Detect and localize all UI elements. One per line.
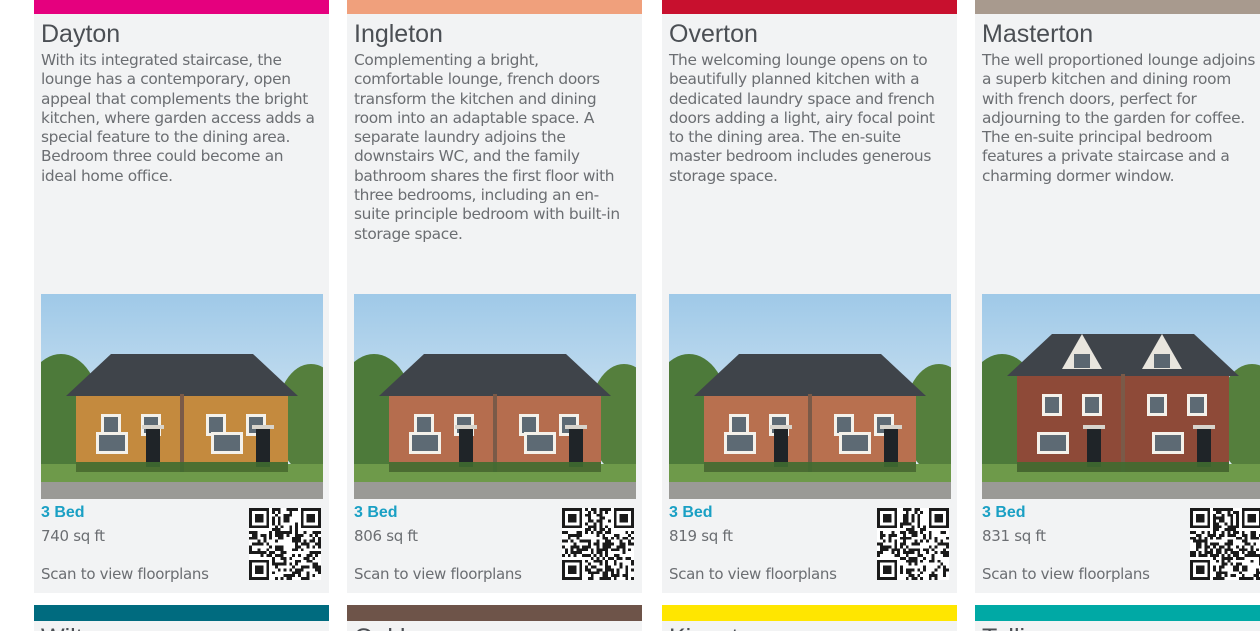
accent-bar bbox=[975, 0, 1260, 14]
scan-instruction: Scan to view floorplans bbox=[669, 565, 837, 583]
house-description: The well proportioned lounge adjoins a s… bbox=[982, 51, 1255, 185]
floor-area: 806 sq ft bbox=[354, 527, 418, 545]
house-card-ingleton: Ingleton Complementing a bright, comforta… bbox=[347, 0, 642, 593]
house-photo bbox=[982, 294, 1260, 499]
accent-bar bbox=[347, 0, 642, 14]
house-photo bbox=[41, 294, 323, 499]
next-row-accent-bar bbox=[34, 605, 329, 621]
house-description: With its integrated staircase, the loung… bbox=[41, 51, 315, 185]
house-photo bbox=[354, 294, 636, 499]
scan-instruction: Scan to view floorplans bbox=[982, 565, 1150, 583]
accent-bar bbox=[662, 0, 957, 14]
next-row-accent-bar bbox=[975, 605, 1260, 621]
floor-area: 819 sq ft bbox=[669, 527, 733, 545]
house-name: Wilton bbox=[41, 625, 329, 631]
house-card-dayton: Dayton With its integrated staircase, the… bbox=[34, 0, 329, 593]
house-name: Tallis bbox=[982, 625, 1260, 631]
scan-instruction: Scan to view floorplans bbox=[354, 565, 522, 583]
house-description: Complementing a bright, comfortable loun… bbox=[354, 51, 620, 243]
floorplan-qr-code[interactable] bbox=[562, 508, 634, 580]
scan-instruction: Scan to view floorplans bbox=[41, 565, 209, 583]
next-row-card: Wilton bbox=[34, 621, 329, 631]
house-name: Ingleton bbox=[354, 20, 443, 48]
next-row-card: Oakham bbox=[347, 621, 642, 631]
floor-area: 831 sq ft bbox=[982, 527, 1046, 545]
house-card-overton: Overton The welcoming lounge opens on to … bbox=[662, 0, 957, 593]
floorplan-qr-code[interactable] bbox=[249, 508, 321, 580]
bedroom-count: 3 Bed bbox=[354, 504, 398, 521]
house-name: Kingston bbox=[669, 625, 957, 631]
next-row-accent-bar bbox=[347, 605, 642, 621]
bedroom-count: 3 Bed bbox=[41, 504, 85, 521]
house-description: The welcoming lounge opens on to beautif… bbox=[669, 51, 935, 185]
bedroom-count: 3 Bed bbox=[669, 504, 713, 521]
house-name: Overton bbox=[669, 20, 758, 48]
next-row-accent-bar bbox=[662, 605, 957, 621]
bedroom-count: 3 Bed bbox=[982, 504, 1026, 521]
accent-bar bbox=[34, 0, 329, 14]
house-name: Oakham bbox=[354, 625, 642, 631]
floorplan-qr-code[interactable] bbox=[877, 508, 949, 580]
house-name: Masterton bbox=[982, 20, 1094, 48]
house-photo bbox=[669, 294, 951, 499]
next-row-card: Kingston bbox=[662, 621, 957, 631]
floor-area: 740 sq ft bbox=[41, 527, 105, 545]
next-row-card: Tallis bbox=[975, 621, 1260, 631]
floorplan-qr-code[interactable] bbox=[1190, 508, 1260, 580]
house-name: Dayton bbox=[41, 20, 121, 48]
house-card-masterton: Masterton The well proportioned lounge ad… bbox=[975, 0, 1260, 593]
